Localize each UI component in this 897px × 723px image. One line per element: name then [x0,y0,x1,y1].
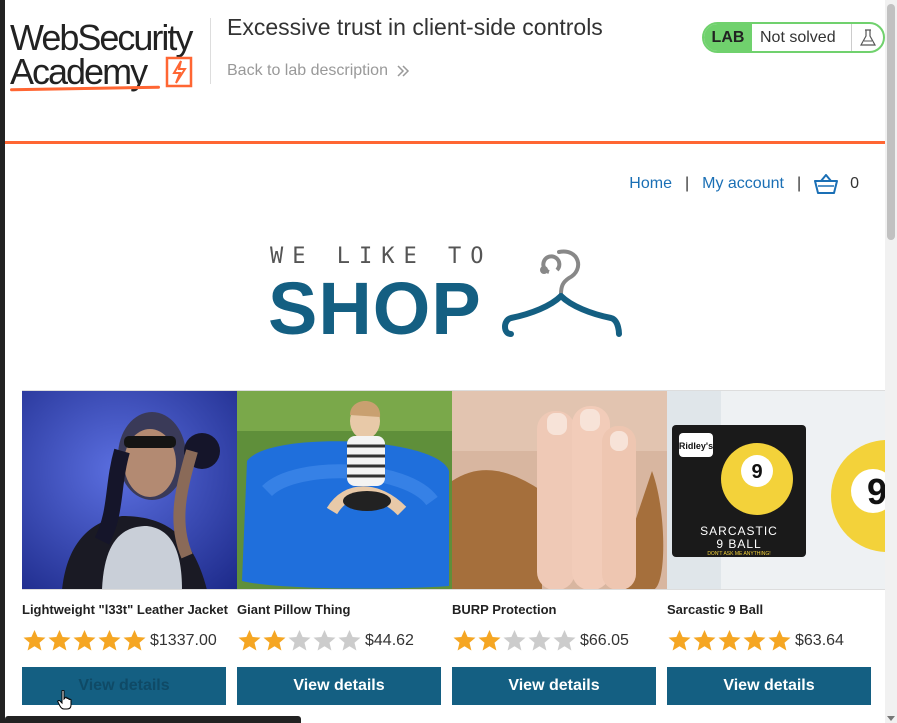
ball-title-line2: 9 BALL [716,537,761,551]
product-name: Lightweight "l33t" Leather Jacket [22,602,228,617]
star-rating [237,629,362,651]
shopping-basket-icon [814,174,839,194]
header-divider [210,18,211,84]
star-filled-icon [23,630,46,651]
product-name: Giant Pillow Thing [237,602,351,617]
ball-number-label: 9 [751,461,762,483]
star-filled-icon [668,630,691,651]
star-empty-icon [528,630,551,651]
star-filled-icon [263,630,286,651]
star-empty-icon [313,630,336,651]
star-empty-icon [288,630,311,651]
star-empty-icon [503,630,526,651]
star-filled-icon [73,630,96,651]
star-filled-icon [718,630,741,651]
star-empty-icon [553,630,576,651]
status-tooltip-strip [5,716,301,723]
header-accent-line [5,141,885,144]
flask-icon [851,24,883,51]
cart-count: 0 [850,175,859,192]
view-details-button[interactable]: View details [452,667,656,705]
back-link-label: Back to lab description [227,62,388,79]
product-card-leather-jacket: Lightweight "l33t" Leather Jacket $1337.… [22,602,228,705]
product-images-row: 9 Ridley's SARCASTIC 9 BALL DON'T ASK ME… [22,390,885,590]
product-card-giant-pillow: Giant Pillow Thing $44.62 View details [237,602,441,705]
product-image-leather-jacket[interactable] [22,391,237,589]
star-filled-icon [478,630,501,651]
nav-separator: | [796,175,802,192]
lab-status-widget: LAB Not solved [702,22,885,53]
lightning-bolt-icon [165,56,193,88]
view-details-button[interactable]: View details [667,667,871,705]
product-card-burp-protection: BURP Protection $66.05 View details [452,602,656,705]
star-rating [667,629,792,651]
lab-status-text: Not solved [760,28,836,46]
product-price: $66.05 [580,632,629,649]
product-name: Sarcastic 9 Ball [667,602,764,617]
view-details-button[interactable]: View details [22,667,226,705]
star-filled-icon [768,630,791,651]
star-rating [22,629,147,651]
ball-number-large-label: 9 [867,471,885,512]
product-image-sarcastic-9-ball[interactable]: 9 Ridley's SARCASTIC 9 BALL DON'T ASK ME… [667,391,885,589]
lab-title: Excessive trust in client-side controls [227,14,603,40]
product-image-giant-pillow[interactable] [237,391,452,589]
product-name: BURP Protection [452,602,557,617]
back-to-lab-description-link[interactable]: Back to lab description [227,62,410,80]
web-security-academy-logo[interactable]: WebSecurity Academy [9,18,210,93]
star-filled-icon [453,630,476,651]
product-image-burp-protection[interactable] [452,391,667,589]
view-details-button[interactable]: View details [237,667,441,705]
star-filled-icon [123,630,146,651]
star-empty-icon [338,630,361,651]
scrollbar-thumb[interactable] [887,4,895,240]
cart-link[interactable]: 0 [814,174,859,194]
star-filled-icon [693,630,716,651]
ball-brand-label: Ridley's [679,441,713,451]
hand-pointer-cursor-icon [57,690,72,710]
ball-title-line1: SARCASTIC [700,524,778,538]
shop-hero-banner: WE LIKE TO SHOP [268,242,628,350]
logo-line-2: Academy [10,51,148,92]
hero-shop-text: SHOP [268,267,482,350]
my-account-link[interactable]: My account [702,175,784,193]
scroll-down-arrow-icon[interactable] [887,716,895,721]
product-card-sarcastic-9-ball: Sarcastic 9 Ball $63.64 View details [667,602,871,705]
top-navigation: Home | My account | 0 [629,174,859,194]
star-rating [452,629,577,651]
nav-separator: | [684,175,690,192]
home-link[interactable]: Home [629,175,672,193]
double-chevron-right-icon [397,65,410,77]
star-filled-icon [238,630,261,651]
product-price: $44.62 [365,632,414,649]
lab-header: WebSecurity Academy Excessive trust in c… [5,0,885,144]
ball-subtitle-label: DON'T ASK ME ANYTHING! [707,551,770,557]
product-price: $1337.00 [150,632,217,649]
star-filled-icon [743,630,766,651]
vertical-scrollbar[interactable] [885,0,897,723]
product-price: $63.64 [795,632,844,649]
star-filled-icon [48,630,71,651]
star-filled-icon [98,630,121,651]
clothes-hanger-icon [502,249,622,337]
lab-badge: LAB [704,24,752,51]
